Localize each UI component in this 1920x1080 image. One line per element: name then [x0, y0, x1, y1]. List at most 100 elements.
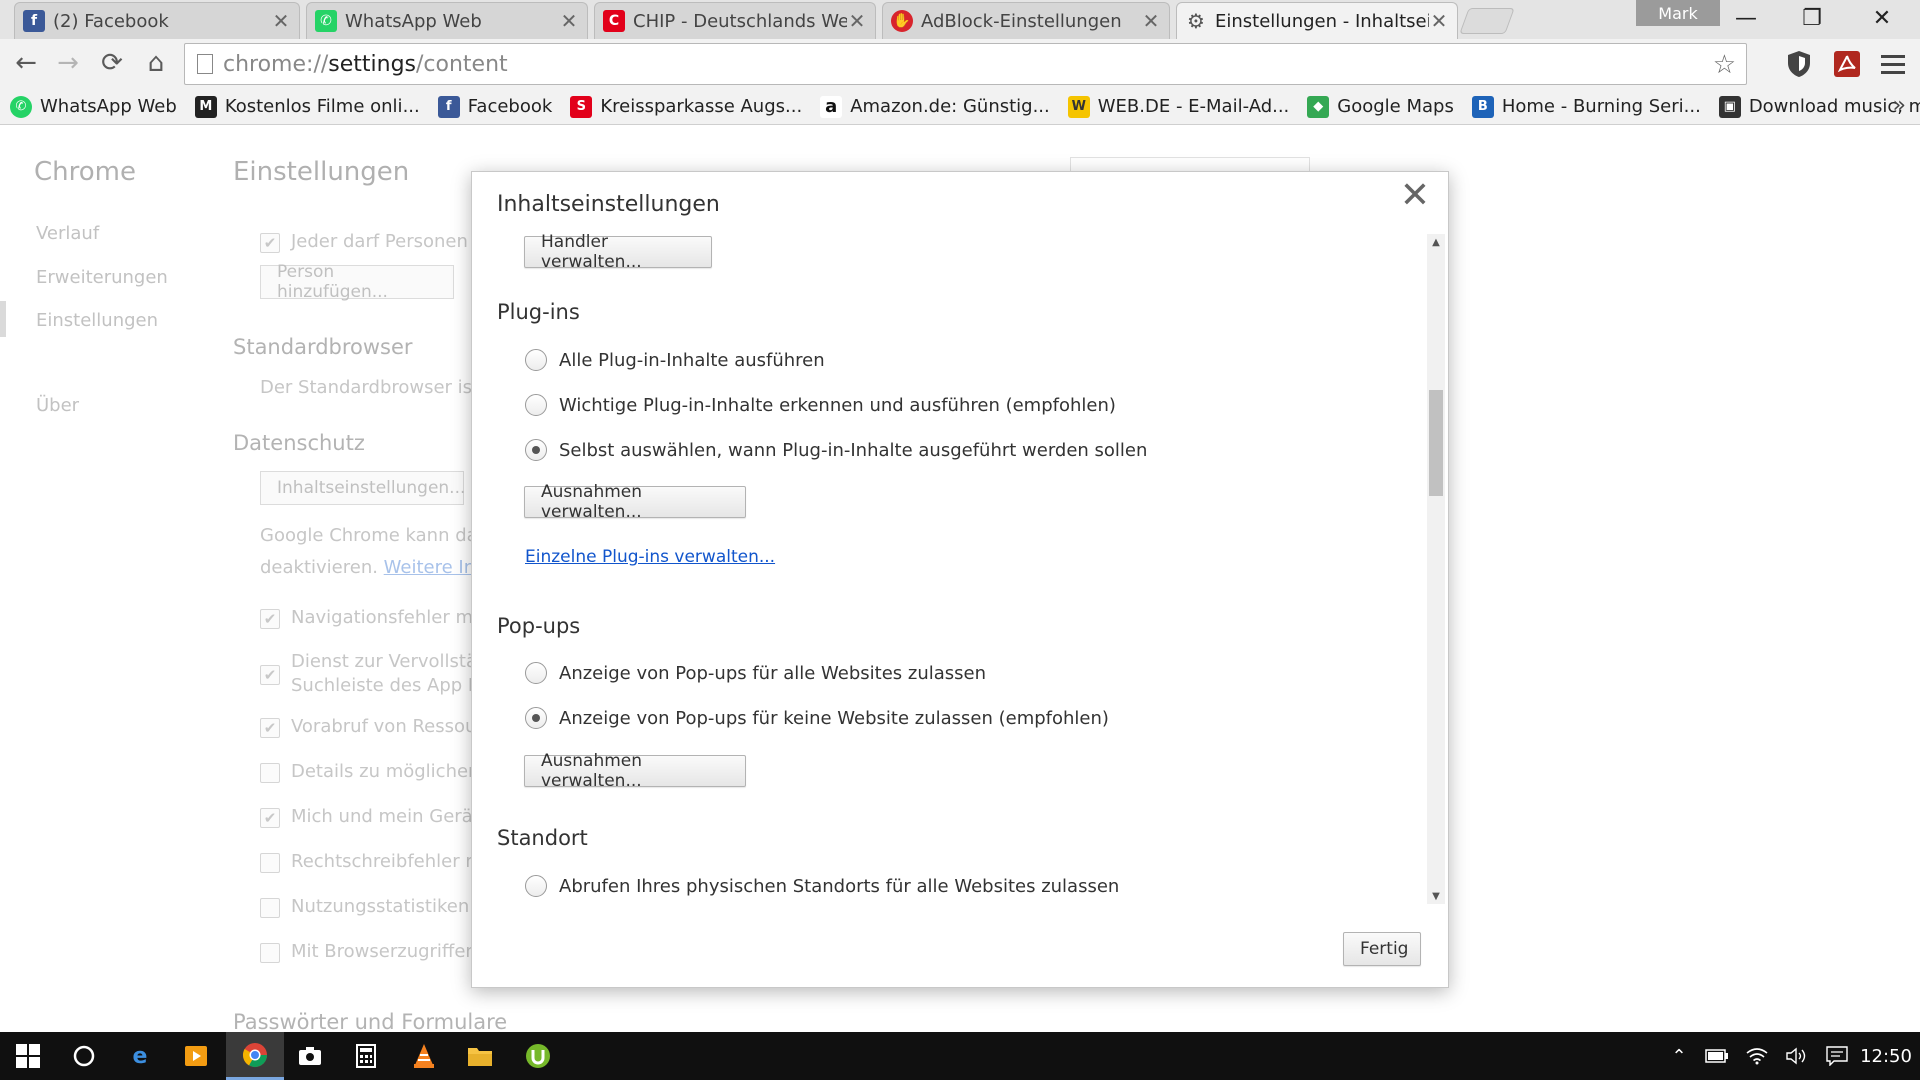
action-center-icon[interactable]	[1820, 1032, 1854, 1080]
bookmark-facebook[interactable]: f Facebook	[437, 95, 552, 118]
radio-button[interactable]	[525, 439, 547, 461]
close-icon[interactable]: ✕	[1141, 9, 1161, 33]
new-tab-button[interactable]	[1459, 8, 1515, 34]
tab-whatsapp[interactable]: ✆ WhatsApp Web ✕	[306, 2, 588, 39]
radio-location-allow[interactable]: Abrufen Ihres physischen Standorts für a…	[525, 875, 1119, 897]
calculator-icon[interactable]	[338, 1032, 394, 1080]
radio-button[interactable]	[525, 394, 547, 416]
content-settings-button[interactable]: Inhaltseinstellungen...	[260, 471, 465, 505]
bookmark-download-music[interactable]: ▣Download music, m...	[1718, 95, 1920, 118]
handler-manage-button[interactable]: Handler verwalten...	[524, 232, 712, 272]
checkbox[interactable]	[260, 898, 280, 918]
add-person-button[interactable]: Person hinzufügen...	[260, 262, 454, 302]
minimize-button[interactable]: —	[1716, 0, 1776, 36]
checkbox[interactable]: ✔	[260, 233, 280, 253]
tab-settings[interactable]: ⚙ Einstellungen - Inhaltseins ✕	[1176, 2, 1458, 39]
restore-button[interactable]: ❐	[1782, 0, 1842, 36]
scroll-up-icon[interactable]: ▲	[1427, 234, 1445, 250]
nav-item-erweiterungen[interactable]: Erweiterungen	[36, 267, 168, 288]
radio-popups-block[interactable]: Anzeige von Pop-ups für keine Website zu…	[525, 707, 1109, 729]
radio-button[interactable]	[525, 349, 547, 371]
acrobat-extension-icon[interactable]	[1830, 47, 1864, 81]
dialog-scrollbar[interactable]: ▲ ▼	[1427, 234, 1445, 904]
radio-button[interactable]	[525, 707, 547, 729]
checkbox-label: Nutzungsstatistiken un	[291, 896, 498, 917]
bookmark-whatsapp[interactable]: ✆ WhatsApp Web	[10, 95, 177, 118]
location-heading: Standort	[497, 826, 588, 850]
popup-exceptions-button[interactable]: Ausnahmen verwalten...	[524, 751, 746, 791]
done-button[interactable]: Fertig	[1343, 932, 1421, 966]
close-icon[interactable]: ✕	[1400, 178, 1430, 214]
tab-title: AdBlock-Einstellungen	[921, 10, 1122, 32]
bookmark-kostenlos-filme[interactable]: M Kostenlos Filme onli...	[194, 95, 420, 118]
battery-icon[interactable]	[1700, 1032, 1734, 1080]
cortana-icon[interactable]	[56, 1032, 112, 1080]
maps-icon: ◆	[1307, 95, 1330, 118]
nav-item-ueber[interactable]: Über	[36, 395, 79, 416]
scroll-thumb[interactable]	[1429, 390, 1443, 496]
forward-button[interactable]: →	[50, 45, 86, 81]
radio-plugins-important[interactable]: Wichtige Plug-in-Inhalte erkennen und au…	[525, 394, 1116, 416]
chrome-icon[interactable]	[226, 1032, 284, 1080]
utorrent-icon[interactable]	[510, 1032, 566, 1080]
close-icon[interactable]: ✕	[271, 9, 291, 33]
scroll-down-icon[interactable]: ▼	[1427, 888, 1445, 904]
checkbox[interactable]: ✔	[260, 665, 280, 685]
wifi-icon[interactable]	[1740, 1032, 1774, 1080]
close-icon[interactable]: ✕	[1429, 9, 1449, 33]
close-icon[interactable]: ✕	[559, 9, 579, 33]
checkbox-label: Jeder darf Personen zu	[291, 231, 495, 252]
checkbox[interactable]: ✔	[260, 718, 280, 738]
windows-start-icon[interactable]	[0, 1032, 56, 1080]
tab-facebook[interactable]: f (2) Facebook ✕	[14, 2, 300, 39]
checkbox[interactable]	[260, 763, 280, 783]
close-icon[interactable]: ✕	[847, 9, 867, 33]
passwords-heading: Passwörter und Formulare	[233, 1010, 508, 1032]
reload-button[interactable]: ⟳	[94, 45, 130, 81]
volume-icon[interactable]	[1780, 1032, 1814, 1080]
bookmark-google-maps[interactable]: ◆ Google Maps	[1307, 95, 1454, 118]
clock[interactable]: 12:50	[1856, 1032, 1916, 1080]
radio-button[interactable]	[525, 875, 547, 897]
checkbox[interactable]: ✔	[260, 808, 280, 828]
radio-label: Abrufen Ihres physischen Standorts für a…	[559, 875, 1120, 897]
tab-adblock[interactable]: ✋ AdBlock-Einstellungen ✕	[882, 2, 1170, 39]
nav-active-indicator	[0, 301, 6, 337]
home-button[interactable]: ⌂	[138, 45, 174, 81]
edge-icon[interactable]: e	[112, 1032, 168, 1080]
media-player-icon[interactable]	[168, 1032, 224, 1080]
vlc-icon[interactable]	[396, 1032, 452, 1080]
nav-item-einstellungen[interactable]: Einstellungen	[36, 310, 158, 331]
profile-button[interactable]: Mark	[1636, 0, 1720, 26]
checkbox[interactable]	[260, 853, 280, 873]
bookmark-kreissparkasse[interactable]: S Kreissparkasse Augs...	[570, 95, 802, 118]
extension-shield-icon[interactable]	[1782, 47, 1816, 81]
back-button[interactable]: ←	[8, 45, 44, 81]
bookmark-burning-series[interactable]: B Home - Burning Seri...	[1471, 95, 1701, 118]
radio-plugins-choose[interactable]: Selbst auswählen, wann Plug-in-Inhalte a…	[525, 439, 1147, 461]
checkbox[interactable]	[260, 943, 280, 963]
radio-popups-allow[interactable]: Anzeige von Pop-ups für alle Websites zu…	[525, 662, 986, 684]
address-bar[interactable]: chrome://settings/content ☆	[184, 43, 1747, 85]
plugin-exceptions-button[interactable]: Ausnahmen verwalten...	[524, 482, 746, 522]
bookmarks-overflow-icon[interactable]: »	[1893, 93, 1906, 118]
bookmark-amazon[interactable]: a Amazon.de: Günstig...	[820, 95, 1050, 118]
radio-plugins-all[interactable]: Alle Plug-in-Inhalte ausführen	[525, 349, 825, 371]
chevron-up-icon[interactable]: ⌃	[1664, 1032, 1694, 1080]
file-explorer-icon[interactable]	[452, 1032, 508, 1080]
checkbox[interactable]: ✔	[260, 609, 280, 629]
tab-chip[interactable]: C CHIP - Deutschlands Webs ✕	[594, 2, 876, 39]
nav-item-verlauf[interactable]: Verlauf	[36, 223, 99, 244]
radio-button[interactable]	[525, 662, 547, 684]
checkbox-label: Mit Browserzugriffen e	[291, 941, 494, 962]
radio-label: Anzeige von Pop-ups für alle Websites zu…	[559, 662, 987, 684]
popups-heading: Pop-ups	[497, 614, 581, 638]
camera-icon[interactable]	[282, 1032, 338, 1080]
bookmark-star-icon[interactable]: ☆	[1713, 50, 1736, 80]
chrome-menu-icon[interactable]	[1876, 47, 1910, 81]
bookmark-webde[interactable]: W WEB.DE - E-Mail-Ad...	[1067, 95, 1289, 118]
webde-icon: W	[1067, 95, 1090, 118]
manage-plugins-link[interactable]: Einzelne Plug-ins verwalten...	[525, 547, 775, 567]
radio-label: Anzeige von Pop-ups für keine Website zu…	[559, 707, 1109, 729]
window-close-button[interactable]: ✕	[1852, 0, 1912, 36]
